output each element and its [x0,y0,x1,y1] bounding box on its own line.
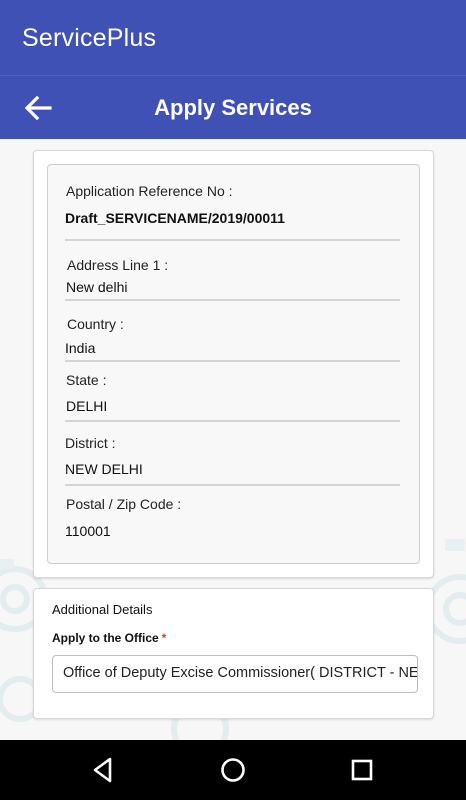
divider [65,360,400,362]
office-field-label: Apply to the Office * [52,631,166,645]
nav-home-button[interactable] [215,752,251,788]
page-header: Apply Services [0,75,466,139]
app-title: ServicePlus [22,24,157,52]
page-title: Apply Services [154,95,312,120]
system-nav-bar [0,740,466,800]
address-value: New delhi [66,279,128,295]
application-summary-card: Application Reference No : Draft_SERVICE… [33,150,434,578]
application-details-panel: Application Reference No : Draft_SERVICE… [47,164,420,564]
content-area: Application Reference No : Draft_SERVICE… [0,139,466,740]
state-label: State : [66,372,107,388]
district-label: District : [65,435,116,451]
section-title: Additional Details [52,602,153,617]
divider [65,299,400,301]
divider [65,239,400,241]
country-value: India [65,340,96,356]
office-select[interactable]: Office of Deputy Excise Commissioner( DI… [52,655,418,693]
nav-back-button[interactable] [85,752,121,788]
triangle-back-icon [93,757,112,783]
state-value: DELHI [66,398,108,414]
reference-value: Draft_SERVICENAME/2019/00011 [65,210,285,226]
app-bar: ServicePlus [0,0,466,75]
country-label: Country : [67,316,124,332]
circle-home-icon [221,758,245,782]
required-marker: * [161,631,167,645]
divider [65,484,400,486]
nav-recents-button[interactable] [344,752,380,788]
square-recents-icon [351,759,373,781]
district-value: NEW DELHI [65,461,143,477]
address-label: Address Line 1 : [67,257,169,273]
postal-label: Postal / Zip Code : [66,496,182,512]
additional-details-card: Additional Details Apply to the Office * … [33,588,434,719]
reference-label: Application Reference No : [66,183,233,199]
divider [65,420,400,422]
postal-value: 110001 [65,523,111,539]
office-label-text: Apply to the Office [52,631,159,645]
